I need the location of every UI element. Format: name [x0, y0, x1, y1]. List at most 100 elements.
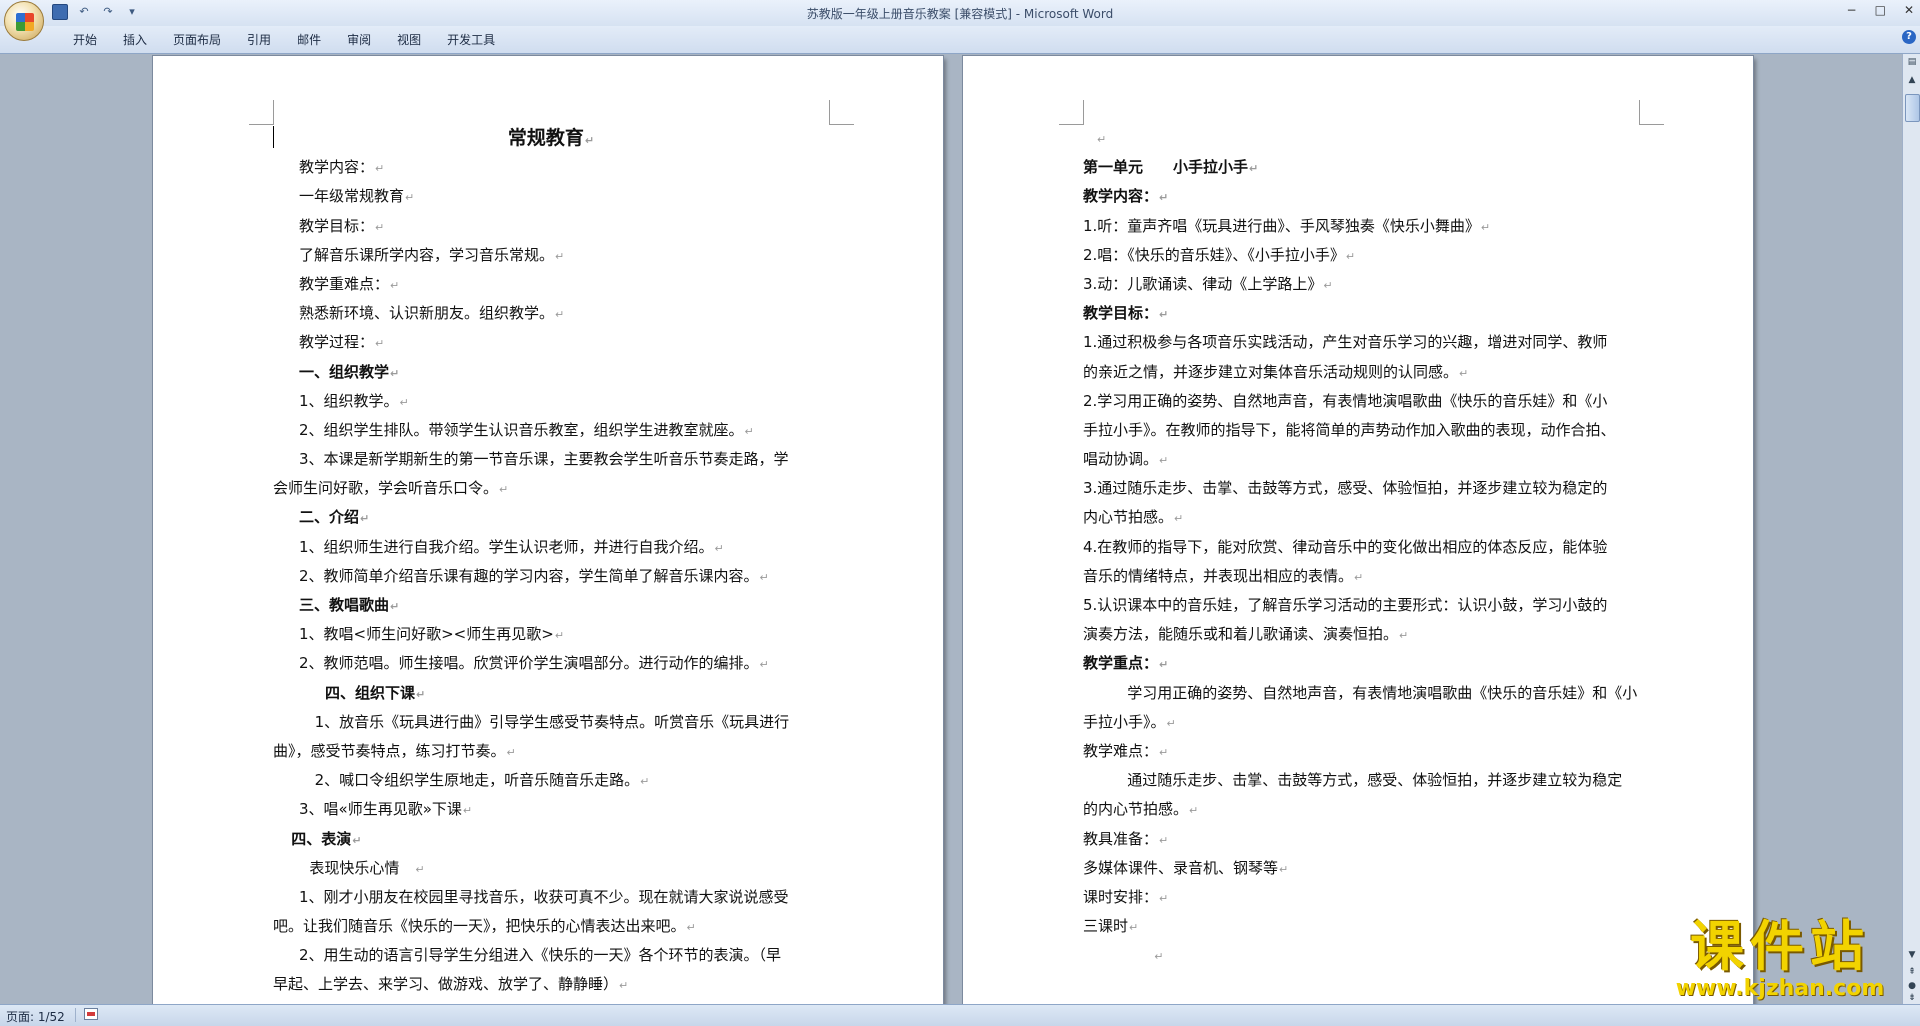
paragraph-mark: ↵ — [415, 862, 425, 876]
watermark: 课件站 www.kjzhan.com — [1660, 918, 1900, 1002]
paragraph-mark: ↵ — [390, 600, 400, 613]
line-text: 的内心节拍感。 — [1083, 800, 1189, 819]
crop-mark — [829, 100, 854, 125]
line-text: 4.在教师的指导下，能对欣赏、律动音乐中的变化做出相应的体态反应，能体验 — [1083, 537, 1608, 556]
next-page-icon[interactable]: ⇟ — [1906, 992, 1918, 1004]
page-count[interactable]: 页面: 1/52 — [6, 1008, 65, 1025]
scroll-up-icon[interactable]: ▲ — [1906, 74, 1918, 86]
line-text: 2.唱：《快乐的音乐娃》、《小手拉小手》 — [1083, 245, 1345, 264]
ribbon-tab[interactable]: 引用 — [234, 31, 284, 49]
paragraph-mark: ↵ — [1399, 629, 1409, 643]
line-text: 3.通过随乐走步、击掌、击鼓等方式，感受、体验恒拍，并逐步建立较为稳定的 — [1083, 479, 1608, 498]
paragraph-mark: ↵ — [1345, 249, 1356, 263]
document-line: 教学难点：↵ — [1083, 737, 1639, 766]
window-controls: − □ ✕ — [1847, 3, 1914, 17]
proofing-icon[interactable] — [84, 1008, 98, 1020]
line-text: 2、教师范唱。师生接唱。欣赏评价学生演唱部分。进行动作的编排。 — [299, 654, 759, 673]
ruler-toggle-icon[interactable]: ▤ — [1906, 56, 1918, 68]
document-line: 5.认识课本中的音乐娃，了解音乐学习活动的主要形式：认识小鼓，学习小鼓的 — [1083, 591, 1639, 620]
document-line: 教学重点：↵ — [1083, 649, 1639, 678]
line-text: 熟悉新环境、认识新朋友。组织教学。 — [299, 304, 555, 323]
right-page-content[interactable]: ↵ 第一单元 小手拉小手↵ 教学内容：↵ 1.听：童声齐唱《玩具进行曲》、手风琴独奏《… — [1083, 124, 1639, 970]
previous-page-icon[interactable]: ⇞ — [1906, 966, 1918, 978]
ribbon-tab[interactable]: 开始 — [60, 31, 110, 49]
document-line: 4.在教师的指导下，能对欣赏、律动音乐中的变化做出相应的体态反应，能体验 — [1083, 533, 1639, 562]
left-page-content[interactable]: 常规教育↵ 教学内容：↵ 一年级常规教育↵ 教学目标：↵ 了解音乐课所学内容，学习音乐… — [273, 124, 829, 1000]
paragraph-mark: ↵ — [1323, 278, 1333, 292]
document-line: 二、介绍↵ — [273, 503, 829, 532]
ribbon-tab[interactable]: 审阅 — [334, 31, 384, 49]
document-line: 一、组织教学↵ — [273, 358, 829, 387]
document-line: 唱动协调。↵ — [1083, 445, 1639, 474]
document-line: ↵ — [1083, 124, 1639, 153]
line-text: 1、刚才小朋友在校园里寻找音乐，收获可真不少。现在就请大家说说感受 — [299, 887, 789, 906]
document-line: 1.听：童声齐唱《玩具进行曲》、手风琴独奏《快乐小舞曲》↵ — [1083, 212, 1639, 241]
paragraph-mark: ↵ — [375, 337, 385, 351]
ribbon-tab[interactable]: 邮件 — [284, 31, 334, 49]
paragraph-mark: ↵ — [1097, 133, 1107, 146]
paragraph-mark: ↵ — [1159, 658, 1169, 672]
close-button[interactable]: ✕ — [1904, 3, 1914, 17]
document-line: 多媒体课件、录音机、钢琴等↵ — [1083, 854, 1639, 883]
ribbon-tab[interactable]: 开发工具 — [434, 31, 508, 49]
document-line: 2.唱：《快乐的音乐娃》、《小手拉小手》↵ — [1083, 241, 1639, 270]
document-line: 1、放音乐《玩具进行曲》引导学生感受节奏特点。听赏音乐《玩具进行 — [273, 708, 829, 737]
document-line: 教学内容：↵ — [273, 153, 829, 182]
line-text: 曲》，感受节奏特点，练习打节奏。 — [273, 741, 506, 760]
line-text: 课时安排： — [1083, 887, 1159, 906]
document-line: 熟悉新环境、认识新朋友。组织教学。↵ — [273, 299, 829, 328]
line-text: 1.通过积极参与各项音乐实践活动，产生对音乐学习的兴趣，增进对同学、教师 — [1083, 333, 1608, 352]
paragraph-mark: ↵ — [759, 658, 769, 672]
document-line: 教学内容：↵ — [1083, 182, 1639, 211]
document-line: 内心节拍感。↵ — [1083, 503, 1639, 532]
line-text: 的亲近之情，并逐步建立对集体音乐活动规则的认同感。 — [1083, 362, 1459, 381]
ribbon-tab[interactable]: 插入 — [110, 31, 160, 49]
document-page-right[interactable]: ↵ 第一单元 小手拉小手↵ 教学内容：↵ 1.听：童声齐唱《玩具进行曲》、手风琴独奏《… — [963, 56, 1753, 1004]
select-browse-object-icon[interactable]: ● — [1906, 980, 1918, 992]
document-line: 教学过程：↵ — [273, 328, 829, 357]
line-text: 教具准备： — [1083, 829, 1159, 848]
paragraph-mark: ↵ — [1249, 162, 1259, 176]
document-line: 手拉小手》。↵ — [1083, 708, 1639, 737]
scroll-thumb[interactable] — [1905, 94, 1920, 122]
document-workspace[interactable]: 常规教育↵ 教学内容：↵ 一年级常规教育↵ 教学目标：↵ 了解音乐课所学内容，学习音乐… — [0, 54, 1902, 1004]
minimize-button[interactable]: − — [1847, 3, 1857, 17]
line-text: 3、唱«师生再见歌»下课 — [299, 800, 462, 819]
line-text: 多媒体课件、录音机、钢琴等 — [1083, 858, 1279, 877]
line-text: 1、组织教学。 — [299, 391, 399, 410]
ribbon-tab[interactable]: 页面布局 — [160, 31, 234, 49]
paragraph-mark: ↵ — [1129, 921, 1139, 935]
status-divider — [75, 1008, 76, 1022]
document-line: 1、刚才小朋友在校园里寻找音乐，收获可真不少。现在就请大家说说感受 — [273, 883, 829, 912]
office-logo-icon — [16, 13, 34, 31]
window-title: 苏教版一年级上册音乐教案 [兼容模式] - Microsoft Word — [806, 7, 1114, 21]
document-line: 吧。让我们随音乐《快乐的一天》，把快乐的心情表达出来吧。↵ — [273, 912, 829, 941]
document-line: 3.动：儿歌诵读、律动《上学路上》↵ — [1083, 270, 1639, 299]
line-text: 通过随乐走步、击掌、击鼓等方式，感受、体验恒拍，并逐步建立较为稳定 — [1127, 771, 1623, 790]
line-text: 四、表演 — [291, 829, 352, 848]
paragraph-mark: ↵ — [360, 512, 370, 526]
scroll-down-icon[interactable]: ▼ — [1906, 949, 1918, 961]
document-page-left[interactable]: 常规教育↵ 教学内容：↵ 一年级常规教育↵ 教学目标：↵ 了解音乐课所学内容，学习音乐… — [153, 56, 943, 1004]
paragraph-mark: ↵ — [405, 191, 415, 205]
paragraph-mark: ↵ — [375, 220, 385, 234]
document-line: 2、用生动的语言引导学生分组进入《快乐的一天》各个环节的表演。（早 — [273, 941, 829, 970]
maximize-button[interactable]: □ — [1875, 3, 1886, 17]
office-button[interactable] — [4, 1, 44, 41]
line-text: 教学内容： — [1083, 187, 1159, 206]
watermark-url: www.kjzhan.com — [1675, 976, 1885, 1001]
line-text: 四、组织下课 — [325, 683, 416, 702]
document-line: 表现快乐心情 ↵ — [273, 854, 829, 883]
help-icon[interactable]: ? — [1902, 30, 1916, 44]
ribbon-tabs: 开始 插入 页面布局 引用 邮件 审阅 视图 开发工具 — [60, 31, 508, 49]
line-text: 教学重难点： — [299, 274, 390, 293]
vertical-scrollbar[interactable]: ▤ ▲ ▼ ⇞ ● ⇟ — [1902, 54, 1920, 1004]
paragraph-mark: ↵ — [1174, 512, 1184, 526]
document-line: 3.通过随乐走步、击掌、击鼓等方式，感受、体验恒拍，并逐步建立较为稳定的 — [1083, 474, 1639, 503]
document-line: 演奏方法，能随乐或和着儿歌诵读、演奏恒拍。↵ — [1083, 620, 1639, 649]
ribbon-tab[interactable]: 视图 — [384, 31, 434, 49]
document-line: 三课时↵ — [1083, 912, 1639, 941]
document-line: 教具准备：↵ — [1083, 825, 1639, 854]
crop-mark — [1639, 100, 1664, 125]
document-line: 了解音乐课所学内容，学习音乐常规。↵ — [273, 241, 829, 270]
